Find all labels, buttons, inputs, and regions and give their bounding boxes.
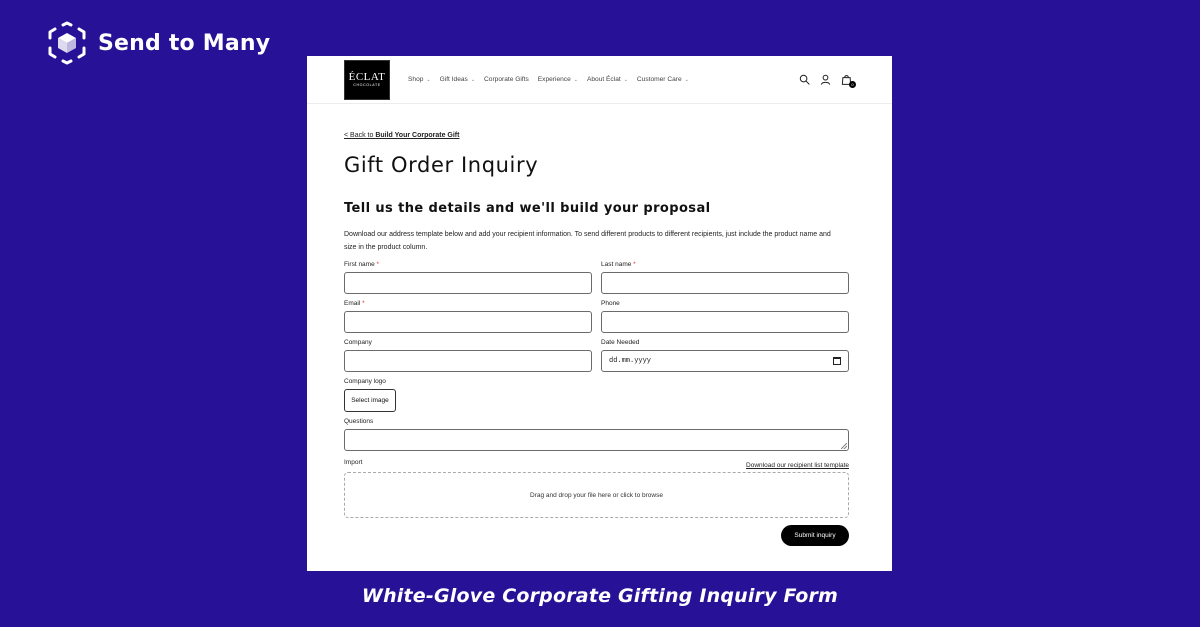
nav-item-customer-care[interactable]: Customer Care ⌄: [637, 76, 689, 83]
select-image-button[interactable]: Select image: [344, 389, 396, 412]
label-text: Last name: [601, 261, 632, 268]
questions-label: Questions: [344, 418, 374, 425]
required-mark: *: [362, 300, 365, 307]
caption: White-Glove Corporate Gifting Inquiry Fo…: [361, 585, 839, 607]
import-header: Import Download our recipient list templ…: [344, 459, 849, 469]
logo-group: Company logo Select image: [344, 378, 849, 412]
brand-name: Send to Many: [98, 30, 271, 56]
required-mark: *: [633, 261, 636, 268]
nav-label: About Éclat: [586, 76, 621, 83]
account-icon[interactable]: [820, 74, 831, 85]
last-name-field[interactable]: [601, 272, 849, 294]
website-screenshot: ÉCLAT CHOCOLATE Shop ⌄ Gift Ideas ⌄ Corpor…: [307, 56, 892, 571]
email-label: Email *: [344, 300, 592, 310]
date-placeholder: dd.mm.yyyy: [609, 357, 652, 365]
label-text: First name: [344, 261, 375, 268]
chevron-down-icon: ⌄: [573, 76, 578, 83]
download-template-link[interactable]: Download our recipient list template: [746, 462, 849, 469]
required-mark: *: [376, 261, 380, 268]
cube-in-brackets-icon: [48, 21, 86, 65]
nav-label: Gift Ideas: [439, 76, 468, 83]
resize-handle-icon[interactable]: [841, 443, 847, 449]
date-needed-field[interactable]: dd.mm.yyyy: [601, 350, 849, 372]
nav-label: Customer Care: [636, 76, 682, 83]
email-field[interactable]: [344, 311, 592, 333]
cart-button[interactable]: 0: [841, 74, 856, 88]
inquiry-form: < Back to Build Your Corporate Gift Gift…: [344, 124, 849, 546]
first-name-label: First name *: [344, 261, 592, 271]
nav-label: Shop: [408, 76, 424, 83]
email-group: Email *: [344, 300, 592, 333]
last-name-label: Last name *: [601, 261, 849, 271]
company-field[interactable]: [344, 350, 592, 372]
chevron-down-icon: ⌄: [684, 76, 689, 83]
questions-textarea[interactable]: [344, 429, 849, 451]
chevron-down-icon: ⌄: [623, 76, 628, 83]
form-intro: Download our address template below and …: [344, 231, 831, 251]
last-name-group: Last name *: [601, 261, 849, 294]
calendar-icon[interactable]: [833, 357, 841, 365]
back-link[interactable]: < Back to Build Your Corporate Gift: [344, 132, 459, 139]
site-logo-wordmark: ÉCLAT: [348, 71, 386, 83]
form-subtitle: Tell us the details and we'll build your…: [344, 201, 711, 216]
brand: Send to Many: [46, 21, 270, 65]
chevron-down-icon: ⌄: [426, 76, 431, 83]
first-name-group: First name *: [344, 261, 592, 294]
search-icon[interactable]: [799, 74, 810, 85]
company-label: Company: [344, 339, 372, 346]
site-logo-tagline: CHOCOLATE: [353, 83, 381, 87]
nav-label: Corporate Gifts: [484, 76, 529, 83]
cart-count-badge: 0: [849, 81, 856, 88]
submit-row: Submit inquiry: [344, 525, 849, 546]
nav-item-about[interactable]: About Éclat ⌄: [587, 76, 628, 83]
phone-field[interactable]: [601, 311, 849, 333]
label-text: Email: [344, 300, 361, 307]
nav-item-gift-ideas[interactable]: Gift Ideas ⌄: [440, 76, 475, 83]
file-dropzone[interactable]: Drag and drop your file here or click to…: [344, 472, 849, 518]
nav-item-shop[interactable]: Shop ⌄: [408, 76, 431, 83]
date-group: Date Needed dd.mm.yyyy: [601, 339, 849, 372]
form-row: First name * Last name *: [344, 261, 849, 294]
dropzone-text: Drag and drop your file here or click to…: [530, 491, 663, 499]
back-link-prefix: < Back to: [344, 132, 376, 139]
nav-label: Experience: [537, 76, 571, 83]
first-name-field[interactable]: [344, 272, 592, 294]
back-link-target: Build Your Corporate Gift: [375, 132, 460, 139]
date-needed-label: Date Needed: [601, 339, 640, 346]
questions-group: Questions: [344, 418, 849, 451]
site-logo[interactable]: ÉCLAT CHOCOLATE: [344, 60, 390, 100]
company-group: Company: [344, 339, 592, 372]
main-nav: Shop ⌄ Gift Ideas ⌄ Corporate Gifts Experi…: [408, 76, 689, 83]
import-label: Import: [344, 459, 363, 466]
page-title: Gift Order Inquiry: [344, 153, 539, 177]
phone-group: Phone: [601, 300, 849, 333]
phone-label: Phone: [601, 300, 620, 307]
submit-inquiry-button[interactable]: Submit inquiry: [781, 525, 849, 546]
form-row: Email * Phone: [344, 300, 849, 333]
nav-item-experience[interactable]: Experience ⌄: [538, 76, 578, 83]
header-icons: 0: [799, 74, 856, 88]
site-header: ÉCLAT CHOCOLATE Shop ⌄ Gift Ideas ⌄ Corpor…: [307, 56, 892, 104]
form-row: Company Date Needed dd.mm.yyyy: [344, 339, 849, 372]
chevron-down-icon: ⌄: [470, 76, 476, 83]
nav-item-corporate-gifts[interactable]: Corporate Gifts: [484, 76, 529, 83]
company-logo-label: Company logo: [344, 378, 386, 385]
